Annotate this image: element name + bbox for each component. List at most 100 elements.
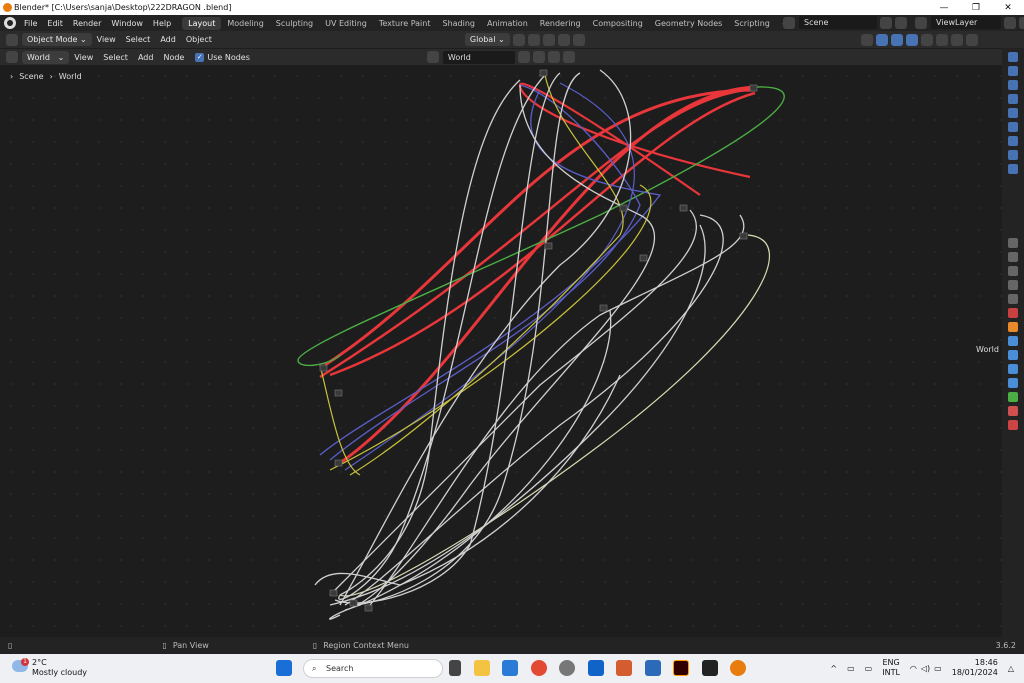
view-layer-field[interactable]: ViewLayer [931, 16, 1001, 29]
wifi-icon[interactable]: ◠ [910, 664, 917, 673]
sticky-notes-icon[interactable] [701, 660, 718, 676]
output-tab-icon[interactable] [1008, 80, 1018, 90]
tab-texture-paint[interactable]: Texture Paint [373, 17, 437, 30]
office-icon[interactable] [616, 660, 632, 676]
render-tab-icon[interactable] [1008, 66, 1018, 76]
chrome-icon[interactable] [530, 660, 547, 676]
modifier-properties-icon[interactable] [1008, 336, 1018, 346]
tool-settings-icon[interactable] [1008, 238, 1018, 248]
menu-node[interactable]: Node [158, 53, 189, 62]
menu-select[interactable]: Select [121, 35, 156, 44]
scene-properties-icon[interactable] [1008, 294, 1018, 304]
node-box[interactable] [329, 589, 338, 597]
scene-field[interactable]: Scene [799, 16, 877, 29]
solid-shading-icon[interactable] [935, 33, 948, 46]
maximize-button[interactable]: ❐ [960, 0, 992, 15]
object-mode-dropdown[interactable]: Object Mode ⌄ [22, 33, 92, 46]
tab-animation[interactable]: Animation [481, 17, 534, 30]
duplicate-icon[interactable] [532, 51, 545, 63]
world-datablock-field[interactable]: World [442, 50, 515, 64]
tab-sculpting[interactable]: Sculpting [270, 17, 319, 30]
chevron-up-icon[interactable]: ^ [830, 664, 837, 673]
menu-view[interactable]: View [92, 35, 121, 44]
world-tab-icon[interactable] [1008, 122, 1018, 132]
menu-render[interactable]: Render [68, 19, 106, 28]
modifier-tab-icon[interactable] [1008, 164, 1018, 174]
material-properties-icon[interactable] [1008, 406, 1018, 416]
taskbar-search[interactable]: ⌕ Search [303, 659, 443, 678]
mail-icon[interactable] [644, 660, 661, 676]
menu-edit[interactable]: Edit [42, 19, 68, 28]
blender-logo-icon[interactable] [4, 17, 16, 29]
new-scene-icon[interactable] [880, 16, 892, 29]
object-tab-icon[interactable] [1008, 150, 1018, 160]
overlay-icon[interactable] [890, 33, 903, 46]
outlook-icon[interactable] [587, 660, 604, 676]
snap-target-icon[interactable] [542, 33, 555, 46]
menu-file[interactable]: File [19, 19, 42, 28]
view-layer-properties-icon[interactable] [1008, 280, 1018, 290]
node-box[interactable] [319, 364, 328, 372]
node-box[interactable] [599, 304, 608, 312]
proportional-edit-icon[interactable] [557, 33, 570, 46]
minimize-button[interactable]: — [928, 0, 960, 15]
pin-icon[interactable] [562, 51, 575, 63]
object-properties-icon[interactable] [1008, 322, 1018, 332]
gizmo-icon[interactable] [875, 33, 888, 46]
particles-properties-icon[interactable] [1008, 350, 1018, 360]
tab-modeling[interactable]: Modeling [221, 17, 269, 30]
menu-object[interactable]: Object [181, 35, 217, 44]
falloff-icon[interactable] [572, 33, 585, 46]
visibility-icon[interactable] [860, 33, 873, 46]
file-explorer-icon[interactable] [473, 660, 490, 676]
transform-orientation-dropdown[interactable]: Global ⌄ [464, 33, 510, 46]
illustrator-icon[interactable] [673, 660, 689, 676]
rendered-shading-icon[interactable] [965, 33, 978, 46]
close-button[interactable]: ✕ [992, 0, 1024, 15]
language-indicator[interactable]: ENG INTL [882, 658, 900, 678]
render-properties-icon[interactable] [1008, 252, 1018, 262]
xray-icon[interactable] [905, 33, 918, 46]
keyboard-icon[interactable]: ▭ [847, 664, 855, 673]
tab-uv-editing[interactable]: UV Editing [319, 17, 373, 30]
menu-select[interactable]: Select [98, 53, 133, 62]
node-box[interactable] [539, 69, 548, 77]
display-icon[interactable]: ▭ [865, 664, 873, 673]
settings-icon[interactable] [559, 660, 575, 676]
wireframe-shading-icon[interactable] [920, 33, 933, 46]
menu-add[interactable]: Add [155, 35, 181, 44]
physics-properties-icon[interactable] [1008, 364, 1018, 374]
tab-layout[interactable]: Layout [182, 16, 222, 30]
scene-icon[interactable] [783, 16, 795, 29]
constraints-properties-icon[interactable] [1008, 378, 1018, 388]
tool-tab-icon[interactable] [1008, 52, 1018, 62]
task-view-icon[interactable] [449, 660, 461, 676]
node-box[interactable] [619, 204, 628, 212]
use-nodes-checkbox[interactable]: ✓ [195, 52, 205, 62]
clock[interactable]: 18:46 18/01/2024 [952, 658, 998, 678]
world-properties-icon[interactable] [1008, 308, 1018, 318]
output-properties-icon[interactable] [1008, 266, 1018, 276]
view-layer-tab-icon[interactable] [1008, 94, 1018, 104]
shader-type-dropdown[interactable]: World ⌄ [22, 50, 70, 64]
node-box[interactable] [749, 84, 758, 92]
unlink-icon[interactable] [547, 51, 560, 63]
tab-scripting[interactable]: Scripting [728, 17, 776, 30]
new-view-layer-icon[interactable] [1004, 16, 1016, 29]
scene-tab-icon[interactable] [1008, 108, 1018, 118]
tab-rendering[interactable]: Rendering [534, 17, 587, 30]
node-box[interactable] [364, 604, 373, 612]
node-box[interactable] [349, 599, 358, 607]
pivot-icon[interactable] [512, 33, 525, 46]
weather-widget[interactable]: 1 2°C Mostly cloudy [12, 658, 87, 678]
volume-icon[interactable]: ◁) [921, 664, 930, 673]
menu-add[interactable]: Add [133, 53, 159, 62]
view-layer-icon[interactable] [915, 16, 927, 29]
fake-user-icon[interactable] [517, 51, 530, 63]
blender-taskbar-icon[interactable] [730, 660, 746, 676]
node-box[interactable] [334, 389, 343, 397]
world-icon[interactable] [426, 51, 439, 63]
material-shading-icon[interactable] [950, 33, 963, 46]
tab-shading[interactable]: Shading [436, 17, 481, 30]
menu-window[interactable]: Window [106, 19, 148, 28]
